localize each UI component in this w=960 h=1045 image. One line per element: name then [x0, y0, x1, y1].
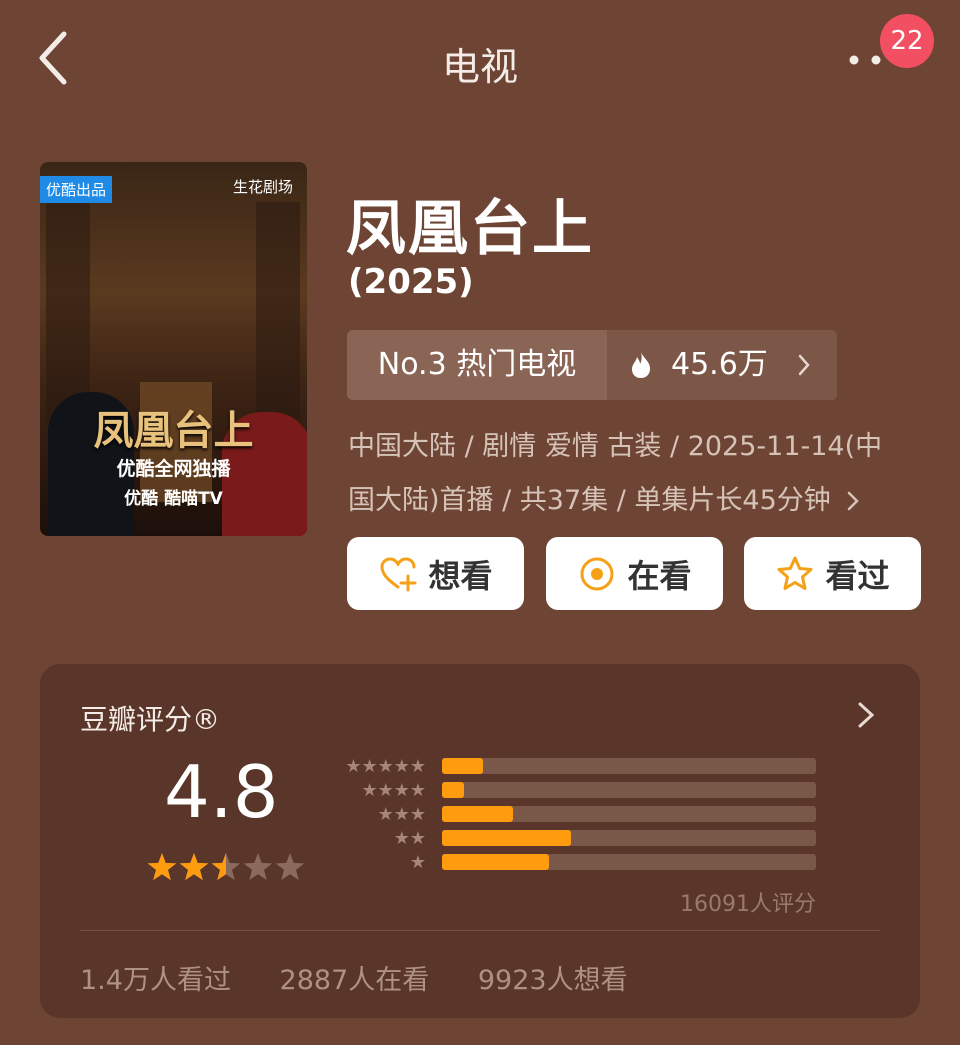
watching-count: 2887人在看: [279, 965, 430, 996]
poster-pillar: [46, 202, 90, 422]
chevron-right-icon: [798, 354, 810, 376]
heat-section: 45.6万: [607, 330, 837, 400]
rating-score: 4.8: [164, 750, 279, 834]
rating-bar-fill: [442, 854, 549, 870]
watched-label: 看过: [825, 556, 890, 595]
rating-bar-fill: [442, 830, 572, 846]
chevron-right-icon: [848, 491, 860, 511]
heart-plus-icon: [380, 556, 417, 591]
meta-line-1: 中国大陆 / 剧情 爱情 古装 / 2025-11-14(中: [348, 431, 883, 462]
want-label: 想看: [428, 556, 493, 595]
heat-value: 45.6万: [671, 347, 768, 382]
rating-bar-row: ★★★★: [336, 780, 816, 801]
watching-button[interactable]: 在看: [546, 537, 723, 610]
poster-tag: 优酷出品: [40, 176, 113, 203]
rating-count: 16091人评分: [680, 892, 816, 917]
flame-icon: [632, 352, 651, 378]
poster-studio: 生花剧场: [232, 178, 293, 196]
meta-line-2: 国大陆)首播 / 共37集 / 单集片长45分钟: [348, 474, 928, 528]
watched-button[interactable]: 看过: [744, 537, 921, 610]
watch-stats: 1.4万人看过 2887人在看 9923人想看: [80, 958, 654, 997]
rating-stars: [147, 853, 305, 881]
star-outline-icon: [777, 556, 813, 590]
rating-bar-track: [442, 758, 816, 774]
rating-bar-fill: [442, 782, 465, 798]
show-title: 凤凰台上: [346, 194, 594, 264]
want-button[interactable]: 想看: [347, 537, 524, 610]
poster-image[interactable]: 优酷出品 生花剧场 凤凰台上 优酷全网独播 优酷 酷喵TV: [40, 162, 307, 536]
row-stars-icon: ★★★★: [361, 780, 426, 801]
rating-bar-track: [442, 830, 816, 846]
rating-bar-track: [442, 854, 816, 870]
poster-exclusive: 优酷全网独播: [116, 458, 231, 480]
rank-label: No.3 热门电视: [347, 330, 607, 400]
watched-count: 1.4万人看过: [80, 965, 231, 996]
rating-bar-track: [442, 806, 816, 822]
watching-label: 在看: [627, 556, 692, 595]
row-stars-icon: ★★★: [377, 804, 426, 825]
row-stars-icon: ★: [409, 852, 426, 873]
row-stars-icon: ★★★★★: [345, 756, 426, 777]
rating-bar-track: [442, 782, 816, 798]
target-icon: [580, 557, 614, 590]
star-filled-icon: [147, 853, 177, 881]
want-count: 9923人想看: [477, 965, 628, 996]
chevron-right-icon: [858, 702, 875, 728]
poster-pillar: [256, 202, 300, 422]
rank-banner[interactable]: No.3 热门电视 45.6万: [347, 330, 837, 400]
page-title: 电视: [441, 45, 518, 89]
star-empty-icon: [275, 853, 305, 881]
poster-title: 凤凰台上: [93, 407, 254, 454]
star-filled-icon: [179, 853, 209, 881]
show-year: (2025): [348, 262, 474, 302]
row-stars-icon: ★★: [393, 828, 426, 849]
star-empty-icon: [243, 853, 273, 881]
show-meta[interactable]: 中国大陆 / 剧情 爱情 古装 / 2025-11-14(中 国大陆)首播 / …: [348, 420, 928, 528]
rating-card[interactable]: 豆瓣评分® 4.8 16091人评分 1.4万人看过 2887人在看 9923人…: [40, 664, 920, 1018]
divider: [80, 930, 880, 931]
rating-bar-row: ★★★★★: [336, 756, 816, 777]
rating-bar-row: ★★★: [336, 804, 816, 825]
poster-platforms: 优酷 酷喵TV: [124, 489, 223, 509]
rating-bar-fill: [442, 758, 484, 774]
rating-bar-row: ★★: [336, 828, 816, 849]
rating-label: 豆瓣评分®: [80, 703, 221, 736]
rating-bar-fill: [442, 806, 514, 822]
notification-badge: 22: [880, 14, 934, 68]
rating-bar-row: ★: [336, 852, 816, 873]
